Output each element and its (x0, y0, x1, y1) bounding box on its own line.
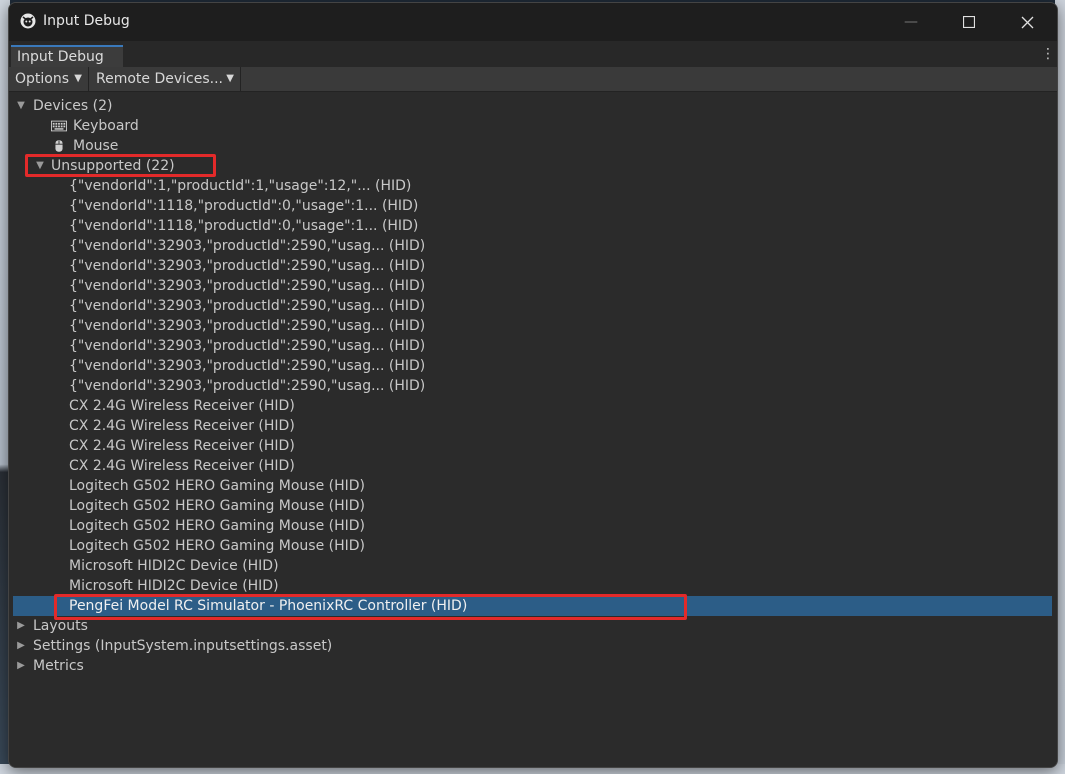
tree-node-label: Devices (2) (33, 98, 113, 114)
tab-input-debug[interactable]: Input Debug (11, 45, 123, 67)
tree-node-label: {"vendorId":32903,"productId":2590,"usag… (69, 298, 426, 314)
tree-node-label: Mouse (73, 138, 119, 154)
tree-node-label: CX 2.4G Wireless Receiver (HID) (69, 398, 295, 414)
tree-node-device[interactable]: Logitech G502 HERO Gaming Mouse (HID) (9, 476, 1057, 496)
tree-node-settings[interactable]: ▶ Settings (InputSystem.inputsettings.as… (9, 636, 1057, 656)
tree-node-device-selected[interactable]: PengFei Model RC Simulator - PhoenixRC C… (13, 596, 1052, 616)
tree-node-unsupported[interactable]: ▼ Unsupported (22) (9, 156, 1057, 176)
close-icon (1021, 16, 1033, 28)
keyboard-icon (51, 120, 67, 132)
input-debug-window: Input Debug — Input Debug ⋮ Options ▼ Re… (8, 2, 1058, 768)
tree-node-keyboard[interactable]: Keyboard (9, 116, 1057, 136)
tab-bar: Input Debug ⋮ (9, 41, 1057, 68)
tree-node-device[interactable]: {"vendorId":1,"productId":1,"usage":12,"… (9, 176, 1057, 196)
expanded-arrow-icon[interactable]: ▼ (15, 96, 27, 116)
tree-node-device[interactable]: {"vendorId":32903,"productId":2590,"usag… (9, 316, 1057, 336)
tree-node-device[interactable]: Logitech G502 HERO Gaming Mouse (HID) (9, 536, 1057, 556)
tree-node-label: Keyboard (73, 118, 139, 134)
remote-devices-dropdown[interactable]: Remote Devices... ▼ (90, 67, 241, 91)
tree-node-device[interactable]: Logitech G502 HERO Gaming Mouse (HID) (9, 516, 1057, 536)
collapsed-arrow-icon[interactable]: ▶ (15, 636, 27, 656)
tree-node-device[interactable]: CX 2.4G Wireless Receiver (HID) (9, 436, 1057, 456)
tree-node-mouse[interactable]: Mouse (9, 136, 1057, 156)
tree-node-device[interactable]: CX 2.4G Wireless Receiver (HID) (9, 456, 1057, 476)
tree-node-label: {"vendorId":32903,"productId":2590,"usag… (69, 278, 426, 294)
tree-node-label: {"vendorId":32903,"productId":2590,"usag… (69, 378, 426, 394)
tree-node-label: Logitech G502 HERO Gaming Mouse (HID) (69, 538, 366, 554)
tree-node-label: Settings (InputSystem.inputsettings.asse… (33, 638, 333, 654)
tree-node-layouts[interactable]: ▶ Layouts (9, 616, 1057, 636)
unity-app-icon (20, 13, 36, 29)
close-button[interactable] (998, 3, 1056, 41)
tree-node-label: {"vendorId":1118,"productId":0,"usage":1… (69, 198, 419, 214)
tree-node-device[interactable]: {"vendorId":32903,"productId":2590,"usag… (9, 276, 1057, 296)
tree-node-device[interactable]: Microsoft HIDI2C Device (HID) (9, 576, 1057, 596)
tree-node-device[interactable]: {"vendorId":1118,"productId":0,"usage":1… (9, 196, 1057, 216)
tree-node-label: Microsoft HIDI2C Device (HID) (69, 558, 279, 574)
toolbar: Options ▼ Remote Devices... ▼ (9, 67, 1057, 92)
title-bar[interactable]: Input Debug — (9, 3, 1057, 41)
tree-node-device[interactable]: {"vendorId":32903,"productId":2590,"usag… (9, 356, 1057, 376)
tree-node-label: {"vendorId":32903,"productId":2590,"usag… (69, 318, 426, 334)
mouse-icon (55, 140, 63, 152)
tree-node-label: Logitech G502 HERO Gaming Mouse (HID) (69, 498, 366, 514)
tree-node-device[interactable]: {"vendorId":32903,"productId":2590,"usag… (9, 256, 1057, 276)
tree-node-device[interactable]: {"vendorId":32903,"productId":2590,"usag… (9, 376, 1057, 396)
options-dropdown[interactable]: Options ▼ (9, 67, 89, 91)
tree-node-label: {"vendorId":1118,"productId":0,"usage":1… (69, 218, 419, 234)
tree-node-label: CX 2.4G Wireless Receiver (HID) (69, 418, 295, 434)
device-tree: ▼ Devices (2) Keyboard Mouse ▼ Unsupport… (9, 92, 1057, 767)
tree-node-device[interactable]: {"vendorId":32903,"productId":2590,"usag… (9, 336, 1057, 356)
tree-node-label: Microsoft HIDI2C Device (HID) (69, 578, 279, 594)
window-title: Input Debug (43, 13, 130, 29)
tree-node-label: Layouts (33, 618, 88, 634)
tree-node-label: {"vendorId":32903,"productId":2590,"usag… (69, 238, 426, 254)
chevron-down-icon: ▼ (74, 73, 82, 84)
tree-node-label: {"vendorId":32903,"productId":2590,"usag… (69, 258, 426, 274)
tree-node-label: Logitech G502 HERO Gaming Mouse (HID) (69, 478, 366, 494)
tree-node-device[interactable]: Microsoft HIDI2C Device (HID) (9, 556, 1057, 576)
tree-node-label: Logitech G502 HERO Gaming Mouse (HID) (69, 518, 366, 534)
maximize-icon (963, 16, 975, 28)
tree-node-device[interactable]: CX 2.4G Wireless Receiver (HID) (9, 396, 1057, 416)
tree-node-metrics[interactable]: ▶ Metrics (9, 656, 1057, 676)
kebab-menu-icon[interactable]: ⋮ (1041, 46, 1055, 62)
tree-node-device[interactable]: Logitech G502 HERO Gaming Mouse (HID) (9, 496, 1057, 516)
collapsed-arrow-icon[interactable]: ▶ (15, 616, 27, 636)
tree-node-label: {"vendorId":32903,"productId":2590,"usag… (69, 358, 426, 374)
tree-node-label: {"vendorId":1,"productId":1,"usage":12,"… (69, 178, 412, 194)
tree-node-label: PengFei Model RC Simulator - PhoenixRC C… (69, 598, 468, 614)
tree-node-device[interactable]: {"vendorId":32903,"productId":2590,"usag… (9, 296, 1057, 316)
tree-node-device[interactable]: {"vendorId":1118,"productId":0,"usage":1… (9, 216, 1057, 236)
tree-node-label: Unsupported (22) (51, 158, 175, 174)
tree-node-label: {"vendorId":32903,"productId":2590,"usag… (69, 338, 426, 354)
remote-devices-label: Remote Devices... (96, 71, 223, 87)
tree-node-devices[interactable]: ▼ Devices (2) (9, 96, 1057, 116)
tree-node-label: Metrics (33, 658, 84, 674)
tree-node-label: CX 2.4G Wireless Receiver (HID) (69, 458, 295, 474)
options-label: Options (15, 71, 70, 87)
maximize-button[interactable] (940, 3, 998, 41)
tree-node-device[interactable]: CX 2.4G Wireless Receiver (HID) (9, 416, 1057, 436)
tree-node-device[interactable]: {"vendorId":32903,"productId":2590,"usag… (9, 236, 1057, 256)
minimize-icon: — (904, 14, 918, 30)
collapsed-arrow-icon[interactable]: ▶ (15, 656, 27, 676)
tree-node-label: CX 2.4G Wireless Receiver (HID) (69, 438, 295, 454)
expanded-arrow-icon[interactable]: ▼ (34, 156, 46, 176)
minimize-button[interactable]: — (882, 3, 940, 41)
chevron-down-icon: ▼ (226, 73, 234, 84)
